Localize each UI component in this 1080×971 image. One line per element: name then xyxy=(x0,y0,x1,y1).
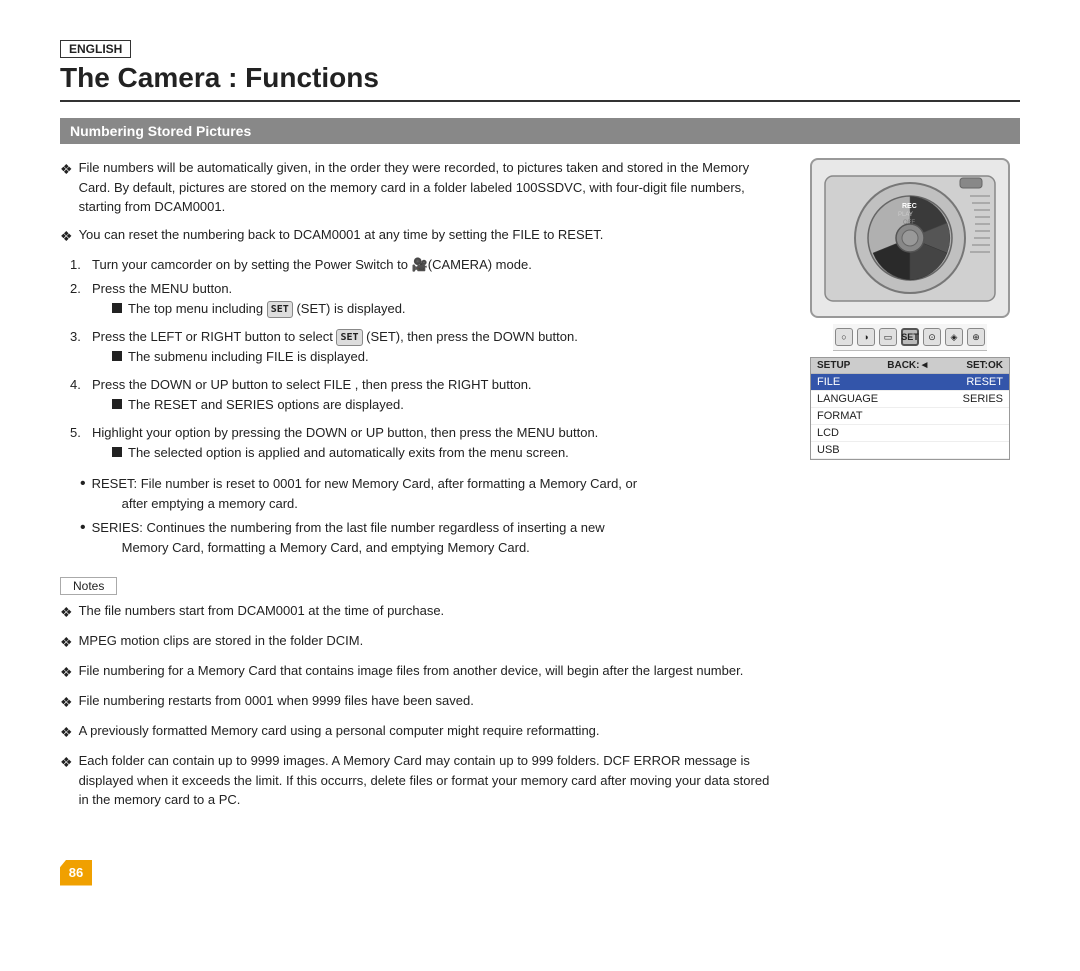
step-5-sub: The selected option is applied and autom… xyxy=(112,443,598,463)
step-2: 2. Press the MENU button. The top menu i… xyxy=(70,279,780,322)
menu-back-label: BACK:◄ xyxy=(887,360,929,371)
menu-icon-settings: ◈ xyxy=(945,328,963,346)
camera-image-container: REC PLAY OFF xyxy=(800,158,1020,460)
note-4: ❖ File numbering restarts from 0001 when… xyxy=(60,691,780,713)
menu-rows-container: FILE RESET LANGUAGE SERIES FORMAT LCD xyxy=(811,374,1009,459)
intro-text-2: You can reset the numbering back to DCAM… xyxy=(79,225,604,247)
steps-list: 1. Turn your camcorder on by setting the… xyxy=(70,255,780,467)
menu-row-lcd: LCD xyxy=(811,425,1009,442)
menu-icons-row: ○ ◑ ▭ SET ⊙ ◈ ⊕ xyxy=(833,324,987,351)
menu-setok-label: SET:OK xyxy=(966,360,1003,371)
bullet-sym-2: ❖ xyxy=(60,226,73,247)
menu-icon-extra: ⊕ xyxy=(967,328,985,346)
intro-text-1: File numbers will be automatically given… xyxy=(79,158,780,217)
english-badge: ENGLISH xyxy=(60,40,131,58)
intro-bullet-1: ❖ File numbers will be automatically giv… xyxy=(60,158,780,217)
step-2-sub: The top menu including SET (SET) is disp… xyxy=(112,299,406,319)
note-2: ❖ MPEG motion clips are stored in the fo… xyxy=(60,631,780,653)
menu-icon-camera: ○ xyxy=(835,328,853,346)
notes-section: Notes ❖ The file numbers start from DCAM… xyxy=(60,567,780,810)
page-number-badge: 86 xyxy=(60,860,92,886)
round-bullet-1: • RESET: File number is reset to 0001 fo… xyxy=(80,474,780,513)
notes-list: ❖ The file numbers start from DCAM0001 a… xyxy=(60,601,780,810)
square-bullet xyxy=(112,399,122,409)
text-column: ❖ File numbers will be automatically giv… xyxy=(60,158,780,886)
round-bullet-2: • SERIES: Continues the numbering from t… xyxy=(80,518,780,557)
menu-icon-set: SET xyxy=(901,328,919,346)
bottom-bar: 86 xyxy=(60,830,780,886)
notes-label: Notes xyxy=(60,577,117,595)
menu-icon-film: ▭ xyxy=(879,328,897,346)
section-header: Numbering Stored Pictures xyxy=(60,118,1020,144)
square-bullet xyxy=(112,447,122,457)
camera-dial-svg: REC PLAY OFF xyxy=(820,166,1000,311)
step-3-sub: The submenu including FILE is displayed. xyxy=(112,347,578,367)
note-1: ❖ The file numbers start from DCAM0001 a… xyxy=(60,601,780,623)
menu-row-usb: USB xyxy=(811,442,1009,459)
svg-text:PLAY: PLAY xyxy=(898,212,913,218)
menu-icon-person: ⊙ xyxy=(923,328,941,346)
menu-setup-label: SETUP xyxy=(817,360,850,371)
camera-dial: REC PLAY OFF xyxy=(810,158,1010,318)
menu-panel: SETUP BACK:◄ SET:OK FILE RESET LANGUAGE … xyxy=(810,357,1010,460)
step-1: 1. Turn your camcorder on by setting the… xyxy=(70,255,780,275)
menu-row-file: FILE RESET xyxy=(811,374,1009,391)
step-4: 4. Press the DOWN or UP button to select… xyxy=(70,375,780,418)
svg-text:REC: REC xyxy=(902,203,917,210)
image-column: REC PLAY OFF xyxy=(800,158,1020,886)
menu-header-row: SETUP BACK:◄ SET:OK xyxy=(811,358,1009,374)
step-3: 3. Press the LEFT or RIGHT button to sel… xyxy=(70,327,780,370)
bullet-sym-1: ❖ xyxy=(60,159,73,217)
note-5: ❖ A previously formatted Memory card usi… xyxy=(60,721,780,743)
square-bullet xyxy=(112,303,122,313)
menu-row-format: FORMAT xyxy=(811,408,1009,425)
page-title: The Camera : Functions xyxy=(60,62,1020,102)
menu-icon-power: ◑ xyxy=(857,328,875,346)
menu-row-language: LANGUAGE SERIES xyxy=(811,391,1009,408)
square-bullet xyxy=(112,351,122,361)
intro-bullet-2: ❖ You can reset the numbering back to DC… xyxy=(60,225,780,247)
note-3: ❖ File numbering for a Memory Card that … xyxy=(60,661,780,683)
step-5: 5. Highlight your option by pressing the… xyxy=(70,423,780,466)
step-4-sub: The RESET and SERIES options are display… xyxy=(112,395,532,415)
note-6: ❖ Each folder can contain up to 9999 ima… xyxy=(60,751,780,810)
